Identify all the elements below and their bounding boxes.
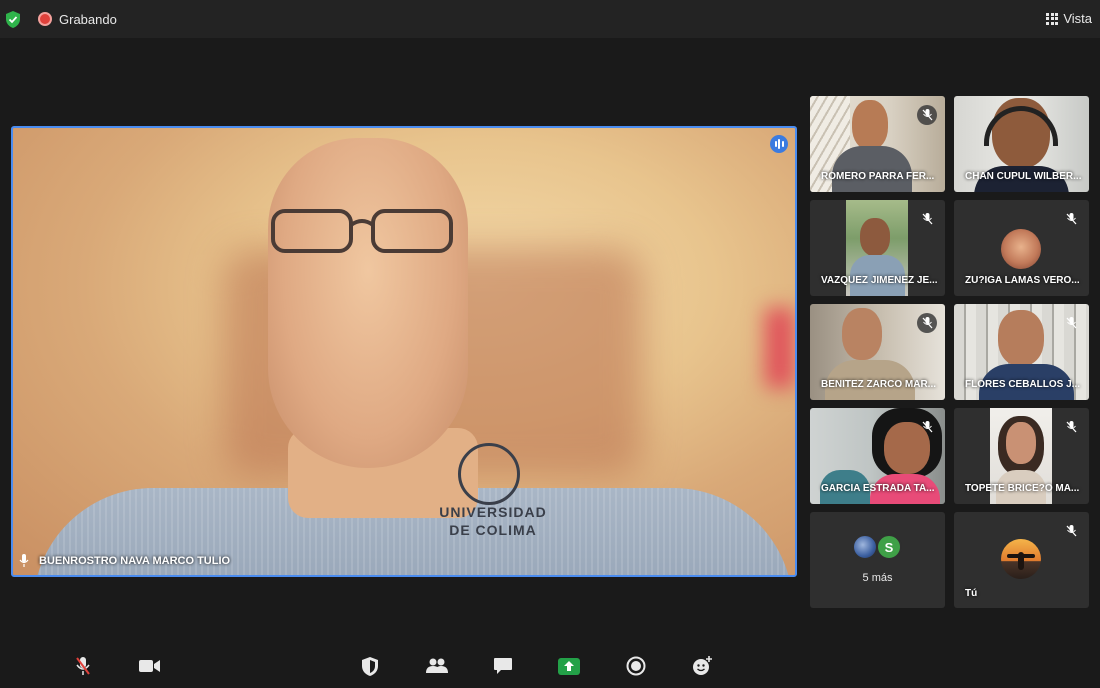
recording-label: Grabando	[59, 12, 117, 27]
muted-mic-icon	[1061, 313, 1081, 333]
muted-mic-icon	[917, 313, 937, 333]
participant-face	[998, 310, 1044, 366]
participant-name: ROMERO PARRA FER...	[821, 171, 935, 182]
recording-dot-icon	[38, 12, 52, 26]
participant-body	[832, 146, 912, 192]
camera-icon[interactable]	[139, 655, 161, 677]
participant-tile[interactable]: FLORES CEBALLOS J...	[954, 304, 1089, 400]
speaking-indicator-icon	[770, 135, 788, 153]
view-label: Vista	[1063, 11, 1092, 26]
participant-face	[852, 100, 888, 150]
participant-face	[842, 308, 882, 360]
muted-mic-icon	[917, 209, 937, 229]
participant-face	[860, 218, 890, 256]
self-name: Tú	[965, 588, 978, 599]
record-icon[interactable]	[625, 655, 647, 677]
self-avatar	[1001, 539, 1041, 579]
meeting-toolbar	[0, 642, 1100, 688]
muted-mic-icon	[917, 417, 937, 437]
shirt-logo-text: UNIVERSIDAD DE COLIMA	[439, 504, 547, 538]
participant-name: GARCIA ESTRADA TA...	[821, 483, 935, 494]
participant-tile[interactable]: TOPETE BRICE?O MA...	[954, 408, 1089, 504]
participant-tile[interactable]: ZU?IGA LAMAS VERO...	[954, 200, 1089, 296]
muted-mic-icon	[1061, 417, 1081, 437]
participant-avatar	[852, 534, 878, 560]
muted-mic-icon	[1061, 521, 1081, 541]
participant-tile[interactable]: VAZQUEZ JIMENEZ JE...	[810, 200, 945, 296]
speaker-head	[268, 138, 468, 468]
participant-name: VAZQUEZ JIMENEZ JE...	[821, 275, 938, 286]
reactions-icon[interactable]	[691, 655, 713, 677]
muted-mic-icon	[1061, 209, 1081, 229]
participants-icon[interactable]	[425, 655, 449, 677]
microphone-icon	[19, 554, 29, 567]
microphone-muted-icon[interactable]	[72, 655, 94, 677]
shield-check-icon[interactable]	[5, 11, 21, 28]
security-icon[interactable]	[359, 655, 381, 677]
background-object	[765, 308, 795, 388]
participant-name: CHAN CUPUL WILBER...	[965, 171, 1082, 182]
active-speaker-name: BUENROSTRO NAVA MARCO TULIO	[39, 554, 231, 567]
participant-avatar	[1001, 229, 1041, 269]
participant-name: TOPETE BRICE?O MA...	[965, 483, 1080, 494]
participant-tile[interactable]: BENITEZ ZARCO MAR...	[810, 304, 945, 400]
self-tile[interactable]: Tú	[954, 512, 1089, 608]
university-emblem	[458, 443, 520, 505]
chat-icon[interactable]	[492, 655, 514, 677]
view-button[interactable]: Vista	[1046, 11, 1092, 26]
participant-name: ZU?IGA LAMAS VERO...	[965, 275, 1080, 286]
active-speaker-video[interactable]: UNIVERSIDAD DE COLIMA BUENROSTRO NAVA MA…	[11, 126, 797, 577]
participant-tile[interactable]: GARCIA ESTRADA TA...	[810, 408, 945, 504]
more-participants-label: 5 más	[862, 572, 893, 584]
share-screen-icon[interactable]	[558, 655, 580, 677]
participant-name: FLORES CEBALLOS J...	[965, 379, 1081, 390]
muted-mic-icon	[917, 105, 937, 125]
glasses-graphic	[271, 209, 453, 253]
grid-icon	[1046, 12, 1059, 25]
active-speaker-name-tag: BUENROSTRO NAVA MARCO TULIO	[19, 554, 230, 567]
participant-letter-avatar: S	[876, 534, 902, 560]
participant-tile[interactable]: CHAN CUPUL WILBER...	[954, 96, 1089, 192]
participant-name: BENITEZ ZARCO MAR...	[821, 379, 936, 390]
participant-tile[interactable]: ROMERO PARRA FER...	[810, 96, 945, 192]
participant-face	[1006, 422, 1036, 464]
more-participants-tile[interactable]: S 5 más	[810, 512, 945, 608]
top-bar: Grabando Vista	[0, 0, 1100, 38]
